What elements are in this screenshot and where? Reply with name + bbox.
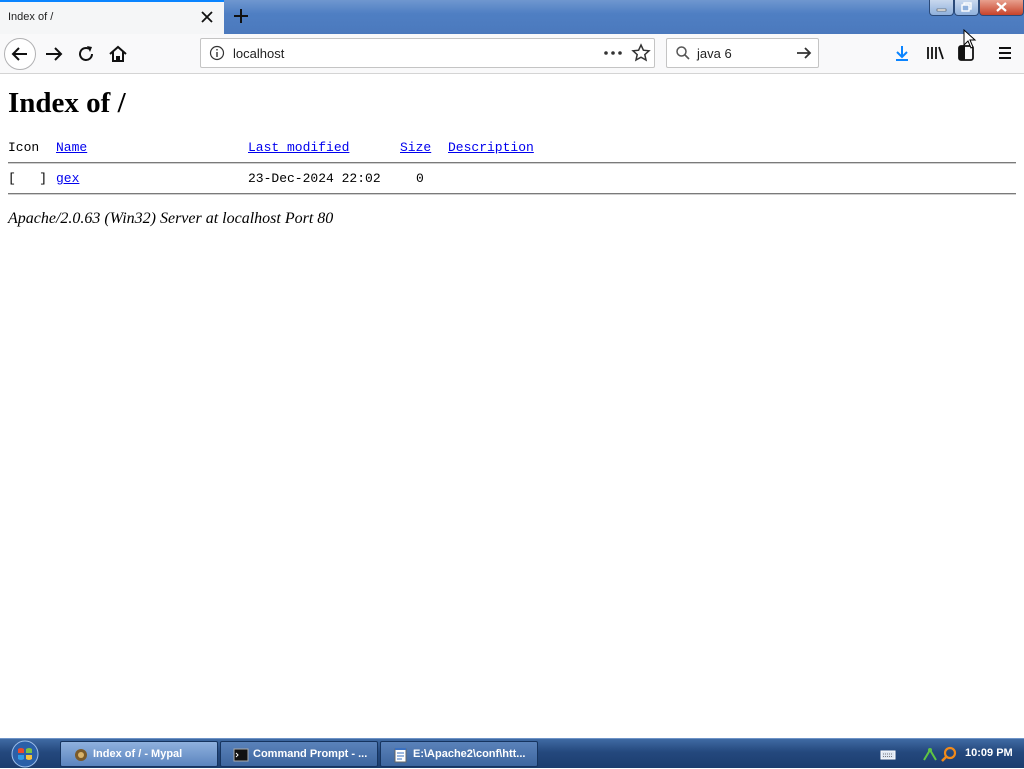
download-icon[interactable] (892, 43, 912, 63)
column-icon: Icon (8, 140, 40, 155)
column-description-link[interactable]: Description (448, 140, 534, 155)
server-signature: Apache/2.0.63 (Win32) Server at localhos… (8, 210, 334, 227)
search-input[interactable]: java 6 (697, 46, 732, 61)
new-tab-icon[interactable] (230, 5, 252, 27)
close-window-button[interactable] (979, 0, 1024, 16)
search-bar[interactable]: java 6 (666, 38, 819, 68)
taskbar-item-command-prompt[interactable]: Command Prompt - ... (220, 741, 378, 767)
url-text[interactable]: localhost (233, 46, 284, 61)
tab-title: Index of / (8, 11, 54, 23)
mouse-cursor-icon (963, 29, 977, 49)
keyboard-icon[interactable] (880, 749, 896, 761)
close-tab-icon[interactable] (198, 8, 216, 26)
minimize-button[interactable] (929, 0, 954, 16)
back-button[interactable] (4, 38, 36, 70)
file-icon-placeholder: [ ] (8, 171, 48, 186)
table-row: [ ] gex 23-Dec-2024 22:02 0 (8, 171, 1016, 189)
search-tray-icon[interactable] (940, 746, 958, 764)
column-last-modified-link[interactable]: Last modified (248, 140, 349, 155)
mypal-icon (75, 749, 87, 761)
notepad-icon (394, 748, 407, 763)
taskbar-item-browser[interactable]: Index of / - Mypal (60, 741, 218, 767)
bookmark-star-icon[interactable] (631, 43, 651, 63)
taskbar: Index of / - Mypal Command Prompt - ... … (0, 738, 1024, 768)
start-button-icon[interactable] (8, 740, 42, 768)
clock: 10:09 PM (965, 747, 1013, 759)
window-controls (929, 0, 1024, 18)
page-content: Index of / Icon Name Last modified Size … (8, 74, 1016, 227)
close-icon (996, 2, 1007, 12)
home-icon[interactable] (104, 40, 132, 68)
minimize-icon (936, 8, 947, 12)
taskbar-item-label: Index of / - Mypal (93, 748, 183, 760)
taskbar-item-notepad[interactable]: E:\Apache2\conf\htt... (380, 741, 538, 767)
file-size: 0 (416, 171, 424, 186)
column-name-link[interactable]: Name (56, 140, 87, 155)
system-tray: 10:09 PM (870, 739, 1024, 769)
reload-icon[interactable] (72, 40, 100, 68)
restore-button[interactable] (954, 0, 979, 16)
library-icon[interactable] (924, 43, 946, 63)
tab-strip: Index of / (0, 0, 1024, 34)
navigation-bar: localhost java 6 (0, 34, 1024, 74)
search-go-icon[interactable] (794, 44, 814, 62)
header-divider (8, 162, 1016, 164)
page-title: Index of / (8, 87, 126, 119)
cmd-icon (233, 748, 249, 762)
tab-index[interactable]: Index of / (0, 0, 224, 34)
taskbar-item-label: E:\Apache2\conf\htt... (413, 748, 526, 760)
back-arrow-icon (11, 47, 27, 61)
search-icon (676, 46, 690, 60)
forward-arrow-icon[interactable] (40, 40, 68, 68)
column-size-link[interactable]: Size (400, 140, 431, 155)
listing-header: Icon Name Last modified Size Description (8, 140, 1016, 158)
footer-divider (8, 193, 1016, 195)
file-link-gex[interactable]: gex (56, 171, 79, 186)
taskbar-item-label: Command Prompt - ... (253, 748, 368, 760)
page-actions-icon[interactable] (603, 47, 623, 59)
restore-icon (961, 2, 972, 12)
info-icon[interactable] (209, 45, 225, 61)
url-bar[interactable]: localhost (200, 38, 655, 68)
file-last-modified: 23-Dec-2024 22:02 (248, 171, 381, 186)
menu-icon[interactable] (996, 44, 1014, 62)
network-icon[interactable] (922, 746, 938, 762)
